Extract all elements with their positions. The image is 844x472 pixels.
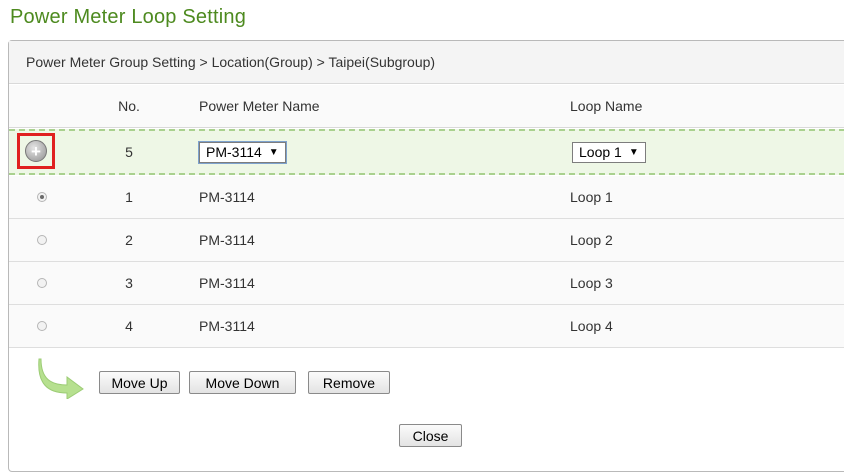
header-power-meter-name: Power Meter Name <box>199 98 320 114</box>
add-button-highlight: + <box>17 133 55 169</box>
remove-button[interactable]: Remove <box>308 371 390 394</box>
header-no: No. <box>118 98 140 114</box>
row-power-meter-name: PM-3114 <box>199 318 255 334</box>
triangle-down-icon: ▼ <box>628 146 639 158</box>
table-row[interactable]: 1 PM-3114 Loop 1 <box>9 176 844 219</box>
move-down-button[interactable]: Move Down <box>189 371 296 394</box>
row-no: 1 <box>125 189 133 205</box>
row-loop-name: Loop 1 <box>570 189 613 205</box>
row-loop-name: Loop 2 <box>570 232 613 248</box>
close-button[interactable]: Close <box>399 424 462 447</box>
row-radio[interactable] <box>37 235 47 245</box>
breadcrumb: Power Meter Group Setting > Location(Gro… <box>9 41 844 84</box>
table-row[interactable]: 2 PM-3114 Loop 2 <box>9 219 844 262</box>
row-loop-name: Loop 3 <box>570 275 613 291</box>
row-power-meter-name: PM-3114 <box>199 275 255 291</box>
row-radio[interactable] <box>37 192 47 202</box>
plus-circle-icon[interactable]: + <box>25 140 47 162</box>
loop-select[interactable]: Loop 1 ▼ <box>572 141 646 163</box>
row-no: 4 <box>125 318 133 334</box>
row-no: 2 <box>125 232 133 248</box>
add-row-no: 5 <box>125 144 133 160</box>
page-title: Power Meter Loop Setting <box>10 6 247 28</box>
row-no: 3 <box>125 275 133 291</box>
add-loop-row: + 5 PM-3114 ▼ Loop 1 ▼ <box>9 129 844 175</box>
table-header: No. Power Meter Name Loop Name <box>9 85 844 128</box>
power-meter-select-value: PM-3114 <box>206 144 262 160</box>
row-loop-name: Loop 4 <box>570 318 613 334</box>
row-radio[interactable] <box>37 278 47 288</box>
power-meter-select[interactable]: PM-3114 ▼ <box>198 140 287 164</box>
loop-select-value: Loop 1 <box>579 144 622 160</box>
table-row[interactable]: 3 PM-3114 Loop 3 <box>9 262 844 305</box>
table-row[interactable]: 4 PM-3114 Loop 4 <box>9 305 844 348</box>
row-power-meter-name: PM-3114 <box>199 232 255 248</box>
row-radio[interactable] <box>37 321 47 331</box>
curved-arrow-icon <box>38 358 84 399</box>
move-up-button[interactable]: Move Up <box>99 371 180 394</box>
header-loop-name: Loop Name <box>570 98 643 114</box>
row-power-meter-name: PM-3114 <box>199 189 255 205</box>
loop-setting-panel: Power Meter Group Setting > Location(Gro… <box>8 40 844 472</box>
triangle-down-icon: ▼ <box>268 146 279 158</box>
